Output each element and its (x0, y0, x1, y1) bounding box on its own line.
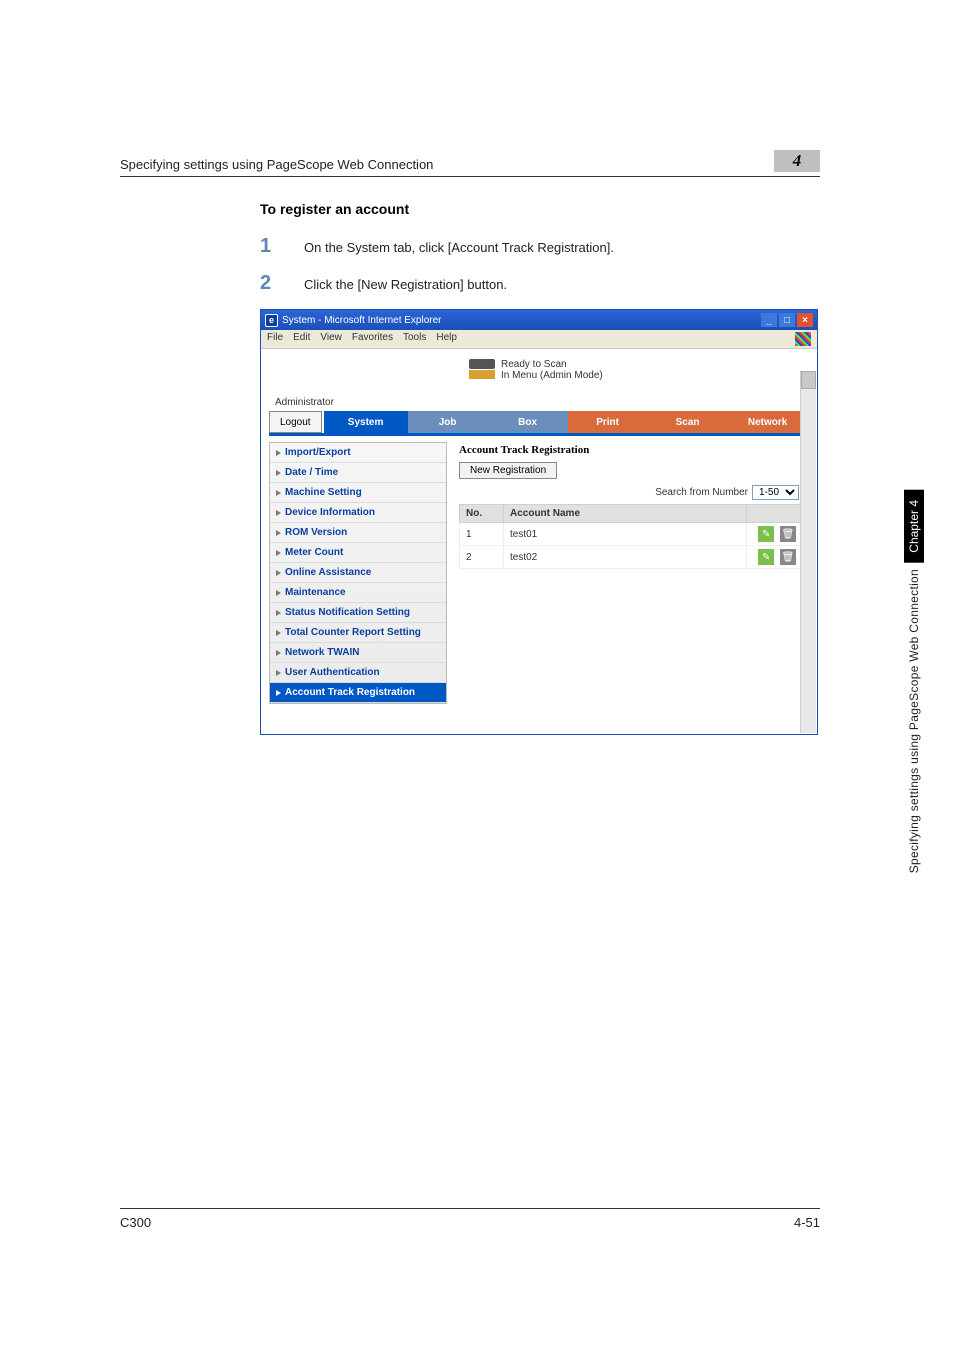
window-title: System - Microsoft Internet Explorer (282, 315, 442, 326)
table-row: 1 test01 ✎ 🗑 (460, 523, 803, 546)
page-header-title: Specifying settings using PageScope Web … (120, 157, 433, 172)
menu-file[interactable]: File (267, 332, 283, 346)
col-actions-header (747, 505, 803, 523)
tab-network[interactable]: Network (728, 411, 808, 433)
sidebar-item-account-track-registration[interactable]: Account Track Registration (270, 683, 446, 703)
tab-scan[interactable]: Scan (648, 411, 728, 433)
step-2-text: Click the [New Registration] button. (304, 277, 507, 292)
sidebar-item-device-information[interactable]: Device Information (270, 503, 446, 523)
new-registration-button[interactable]: New Registration (459, 462, 557, 479)
status-line-1: Ready to Scan (501, 359, 603, 370)
device-status-icon (469, 359, 495, 381)
logout-button[interactable]: Logout (269, 411, 322, 433)
browser-content-pane: Ready to Scan In Menu (Admin Mode) Admin… (261, 349, 817, 734)
section-title: To register an account (260, 201, 820, 217)
tab-box[interactable]: Box (488, 411, 568, 433)
side-chapter-text: Specifying settings using PageScope Web … (907, 569, 921, 873)
account-table: No. Account Name 1 test01 ✎ 🗑 (459, 504, 803, 569)
role-label: Administrator (275, 397, 809, 408)
sidebar-item-maintenance[interactable]: Maintenance (270, 583, 446, 603)
tab-job[interactable]: Job (408, 411, 488, 433)
tab-system[interactable]: System (324, 411, 408, 433)
menu-tools[interactable]: Tools (403, 332, 426, 346)
col-account-name-header: Account Name (504, 505, 747, 523)
vertical-scrollbar[interactable] (800, 371, 816, 733)
ie-logo-icon: e (265, 314, 278, 327)
cell-name: test01 (504, 523, 747, 546)
side-chapter-label: Chapter 4 (904, 490, 924, 563)
footer-left: C300 (120, 1215, 151, 1230)
sidebar-item-user-authentication[interactable]: User Authentication (270, 663, 446, 683)
sidebar-item-total-counter-report[interactable]: Total Counter Report Setting (270, 623, 446, 643)
sidebar-item-date-time[interactable]: Date / Time (270, 463, 446, 483)
step-2-number: 2 (260, 272, 278, 295)
range-select[interactable]: 1-50 (752, 485, 799, 500)
footer-right: 4-51 (794, 1215, 820, 1230)
edit-icon[interactable]: ✎ (758, 549, 774, 565)
embedded-screenshot: e System - Microsoft Internet Explorer _… (260, 309, 818, 735)
ie-titlebar: e System - Microsoft Internet Explorer _… (261, 310, 817, 330)
ie-throbber-icon (795, 332, 811, 346)
ie-menubar: File Edit View Favorites Tools Help (261, 330, 817, 349)
status-line-2: In Menu (Admin Mode) (501, 370, 603, 381)
sidebar-item-machine-setting[interactable]: Machine Setting (270, 483, 446, 503)
main-pane: Account Track Registration New Registrat… (455, 442, 809, 704)
tab-print[interactable]: Print (568, 411, 648, 433)
menu-view[interactable]: View (320, 332, 342, 346)
menu-favorites[interactable]: Favorites (352, 332, 393, 346)
menu-help[interactable]: Help (436, 332, 457, 346)
sidebar-item-status-notification[interactable]: Status Notification Setting (270, 603, 446, 623)
cell-no: 1 (460, 523, 504, 546)
sidebar-item-meter-count[interactable]: Meter Count (270, 543, 446, 563)
content-title: Account Track Registration (459, 444, 803, 456)
cell-name: test02 (504, 546, 747, 569)
menu-edit[interactable]: Edit (293, 332, 310, 346)
sidebar-item-rom-version[interactable]: ROM Version (270, 523, 446, 543)
window-maximize-button[interactable]: □ (779, 313, 795, 327)
cell-no: 2 (460, 546, 504, 569)
table-row: 2 test02 ✎ 🗑 (460, 546, 803, 569)
delete-icon[interactable]: 🗑 (780, 526, 796, 542)
step-1-text: On the System tab, click [Account Track … (304, 240, 614, 255)
window-minimize-button[interactable]: _ (761, 313, 777, 327)
window-close-button[interactable]: × (797, 313, 813, 327)
chapter-number-box: 4 (774, 150, 820, 172)
page-side-tab: Chapter 4 Specifying settings using Page… (904, 490, 924, 873)
sidebar-item-network-twain[interactable]: Network TWAIN (270, 643, 446, 663)
col-no-header: No. (460, 505, 504, 523)
sidebar-item-online-assistance[interactable]: Online Assistance (270, 563, 446, 583)
step-1-number: 1 (260, 235, 278, 258)
search-from-number-label: Search from Number (655, 487, 748, 498)
edit-icon[interactable]: ✎ (758, 526, 774, 542)
sidebar-item-import-export[interactable]: Import/Export (270, 443, 446, 463)
delete-icon[interactable]: 🗑 (780, 549, 796, 565)
sidebar: Import/Export Date / Time Machine Settin… (269, 442, 447, 704)
